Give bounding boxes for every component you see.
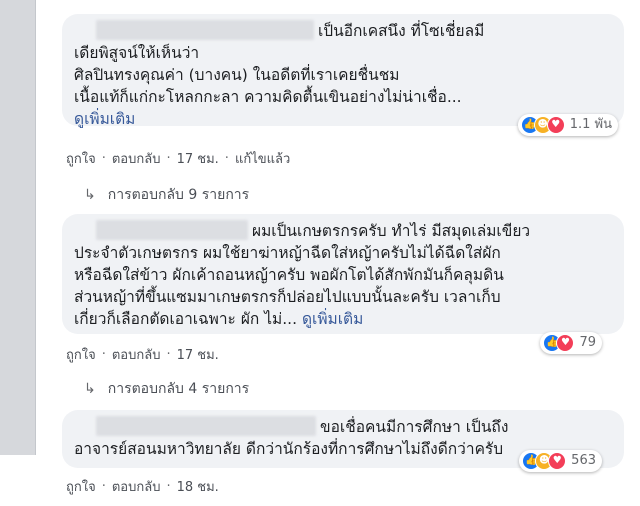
comment-text-line: ประจำตัวเกษตรกร ผมใช้ยาฆ่าหญ้าฉีดใส่หญ้า… [74,244,501,262]
comment-text-line: เดียพิสูจน์ให้เห็นว่า [74,44,200,62]
timestamp[interactable]: 17 ชม. [177,148,219,169]
blurred-author-name [96,220,248,240]
see-more-link[interactable]: ดูเพิ่มเติม [302,310,363,328]
comment-bubble: ผมเป็นเกษตรกรครับ ทำไร่ มีสมุดเล่มเขียว … [62,214,624,354]
reaction-count: 79 [579,335,596,350]
comment-actions: ถูกใจ · ตอบกลับ · 17 ชม. · แก้ไขแล้ว [66,148,290,169]
reply-arrow-icon: ↳ [84,381,96,397]
comment-text-line: เกี่ยวก็เลือกตัดเอาเฉพาะ ผัก ไม่... [74,310,298,328]
like-button[interactable]: ถูกใจ [66,344,96,365]
comment-text-line: ศิลปินทรงคุณค่า (บางคน) ในอดีตที่เราเคยช… [74,66,400,84]
blurred-author-name [96,20,314,40]
like-button[interactable]: ถูกใจ [66,476,96,497]
love-icon: ♥ [546,116,565,134]
reaction-summary[interactable]: 👍 ☻ ♥ 563 [519,450,602,472]
blurred-author-name [96,416,316,436]
reply-arrow-icon: ↳ [84,187,96,203]
comment-actions: ถูกใจ · ตอบกลับ · 18 ชม. [66,476,219,497]
replies-count-label: การตอบกลับ 4 รายการ [107,381,250,397]
comment-text-line: ขอเชื่อคนมีการศึกษา เป็นถึง [320,418,509,436]
comment-bubble: เป็นอีกเคสนึง ที่โซเชี่ยลมี เดียพิสูจน์ใ… [62,14,624,136]
comment-text-line: เนื้อแท้ก็แก่กะโหลกกะลา ความคิดตื้นเขินอ… [74,88,462,106]
reaction-count: 1.1 พัน [569,117,612,132]
left-panel [0,0,35,455]
reply-button[interactable]: ตอบกลับ [112,344,161,365]
like-button[interactable]: ถูกใจ [66,148,96,169]
left-divider [35,0,36,455]
timestamp[interactable]: 18 ชม. [177,476,219,497]
comment-text-line: หรือฉีดใส่ข้าว ผักเค้าถอนหญ้าครับ พอผักโ… [74,266,504,284]
reply-button[interactable]: ตอบกลับ [112,148,161,169]
see-more-link[interactable]: ดูเพิ่มเติม [74,110,135,128]
reply-button[interactable]: ตอบกลับ [112,476,161,497]
replies-count-label: การตอบกลับ 9 รายการ [107,187,250,203]
love-icon: ♥ [556,334,575,352]
view-replies-link[interactable]: ↳ การตอบกลับ 9 รายการ [84,184,249,206]
love-icon: ♥ [548,452,567,470]
timestamp[interactable]: 17 ชม. [177,344,219,365]
comment-text-line: ส่วนหญ้าที่ขึ้นแซมมาเกษตรกรก็ปล่อยไปแบบน… [74,288,501,306]
comment-actions: ถูกใจ · ตอบกลับ · 17 ชม. [66,344,219,365]
comment-text-line: เป็นอีกเคสนึง ที่โซเชี่ยลมี [318,22,485,40]
reaction-summary[interactable]: 👍 ♥ 79 [540,332,602,354]
comment-text-line: ผมเป็นเกษตรกรครับ ทำไร่ มีสมุดเล่มเขียว [252,222,531,240]
reaction-count: 563 [571,453,596,468]
view-replies-link[interactable]: ↳ การตอบกลับ 4 รายการ [84,378,249,400]
edited-label[interactable]: แก้ไขแล้ว [235,148,290,169]
reaction-summary[interactable]: 👍 ☻ ♥ 1.1 พัน [517,114,618,136]
comment-bubble: ขอเชื่อคนมีการศึกษา เป็นถึง อาจารย์สอนมห… [62,410,624,472]
